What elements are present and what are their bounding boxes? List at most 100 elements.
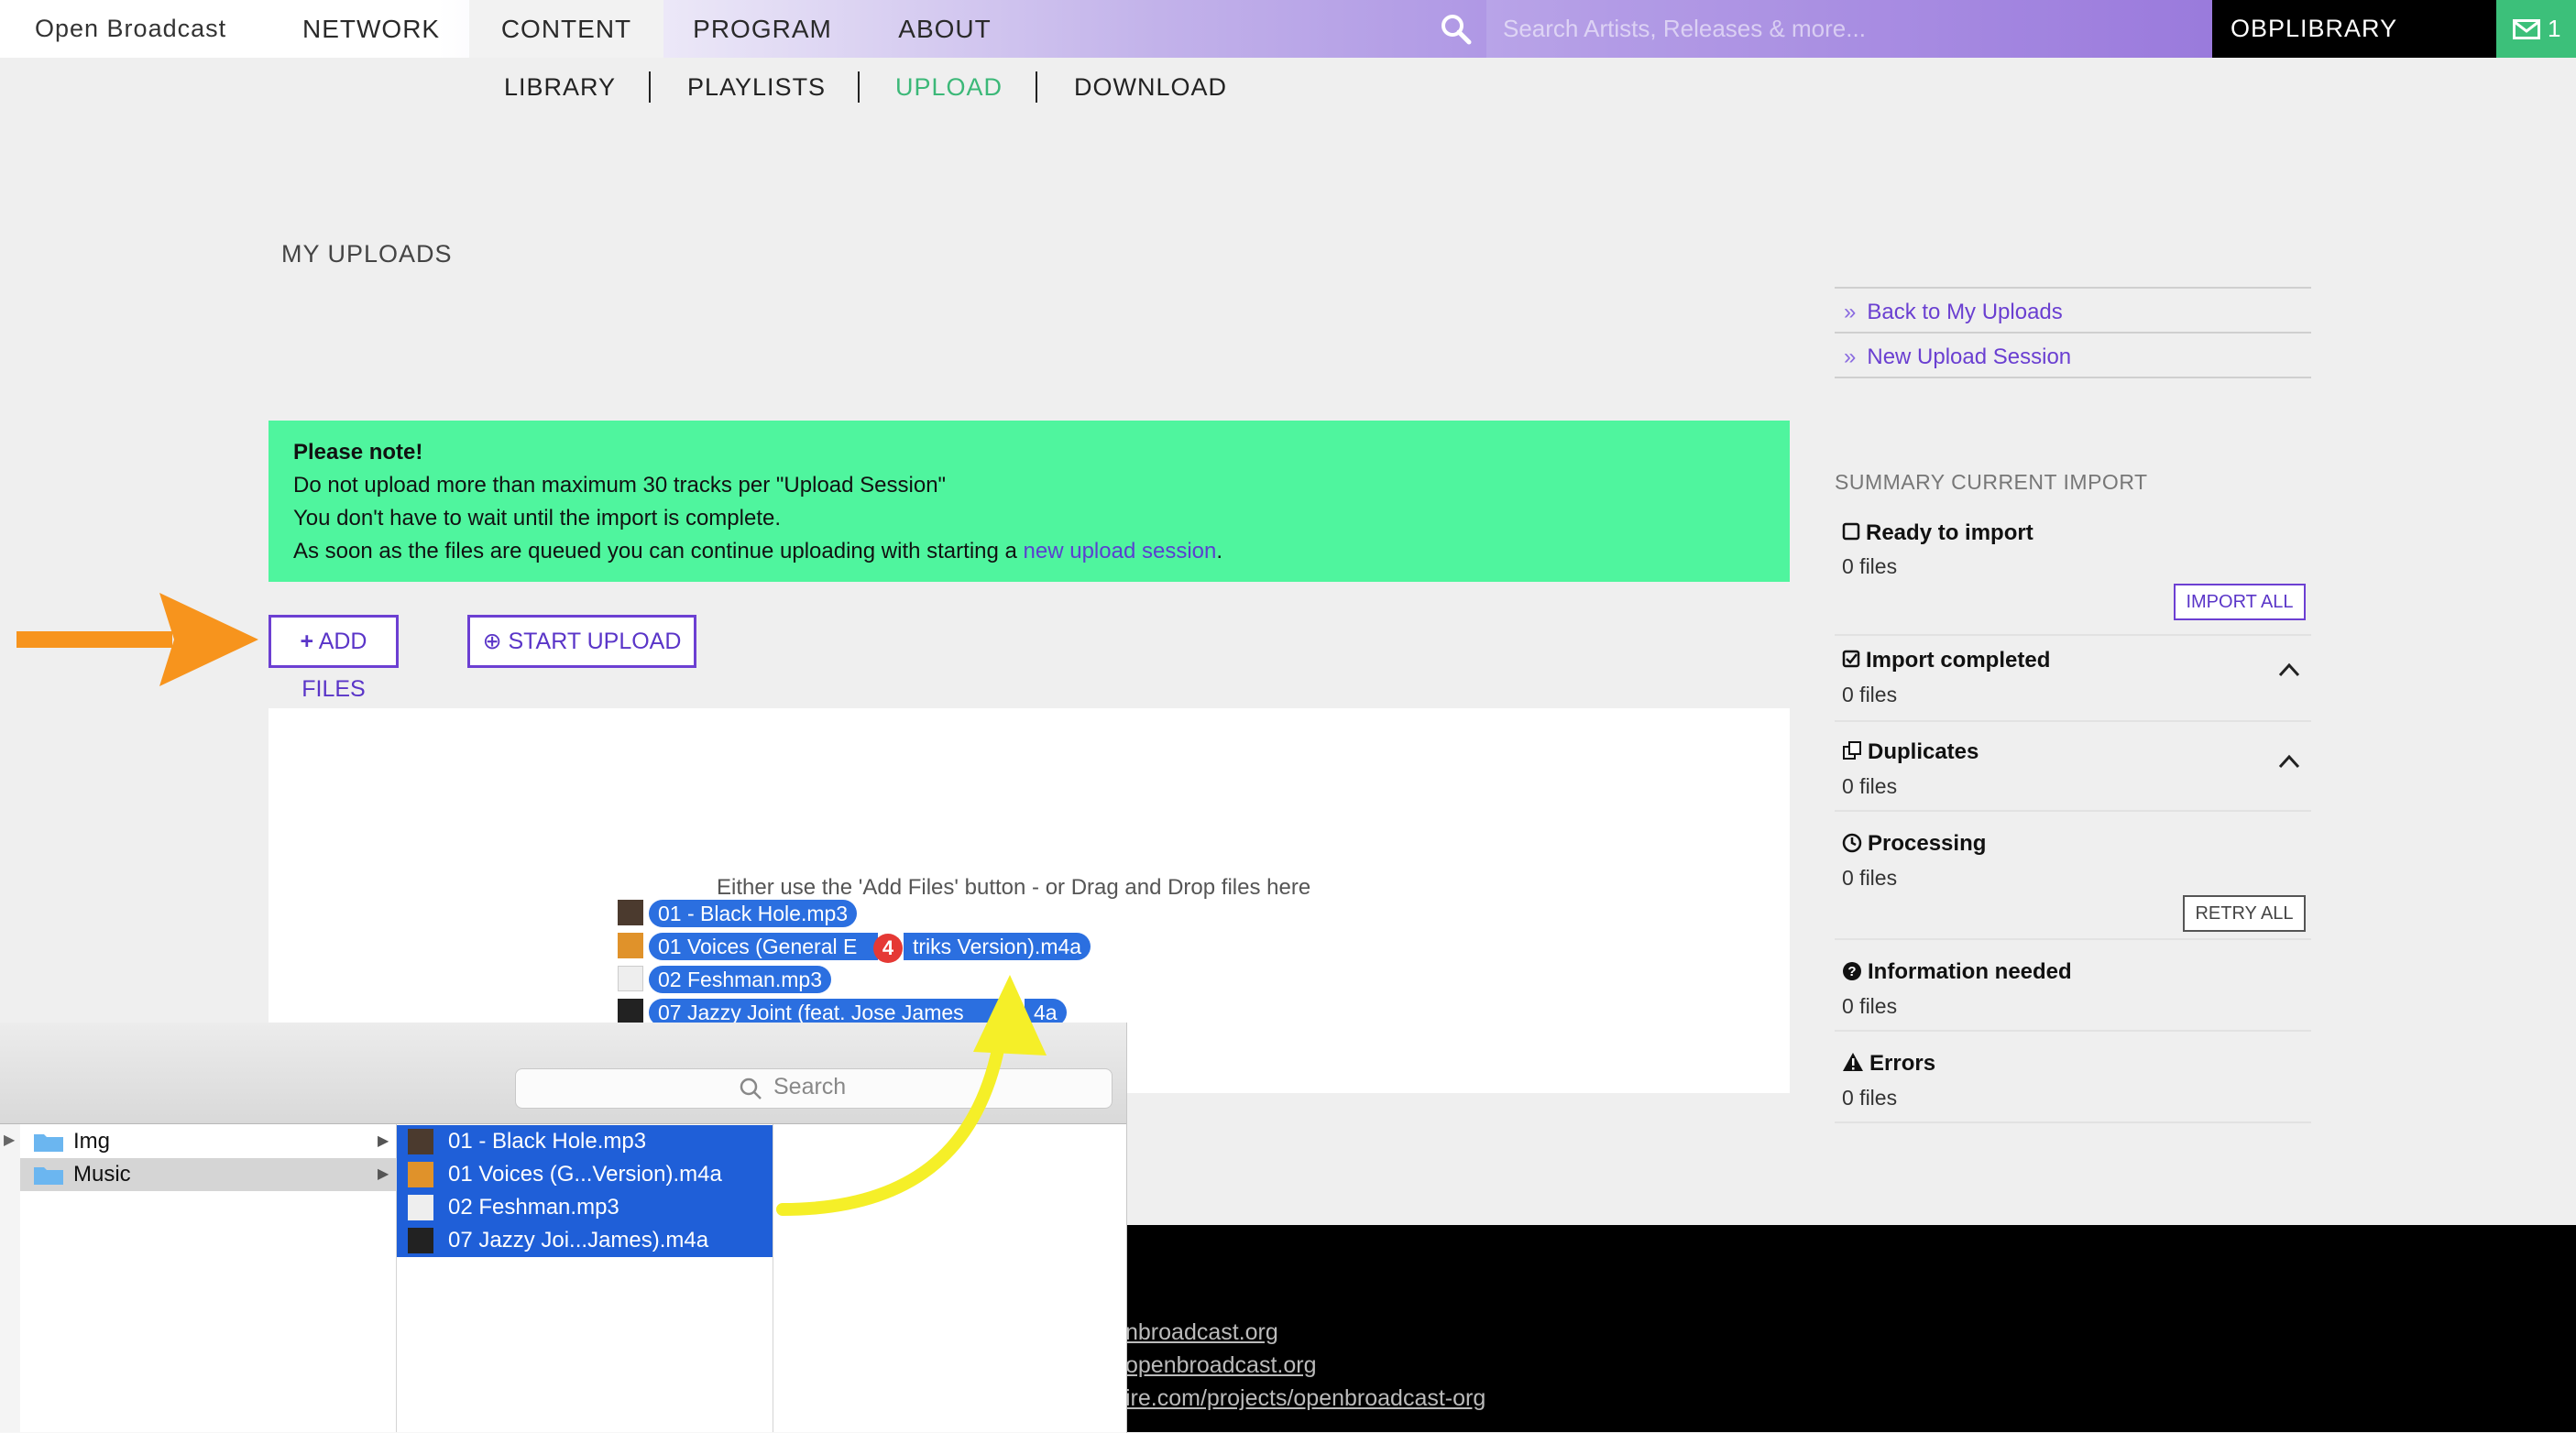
page-title: MY UPLOADS — [281, 240, 453, 268]
envelope-icon — [2513, 19, 2540, 39]
disclosure-triangle-icon[interactable]: ▶ — [4, 1131, 15, 1149]
notice-line-1: Do not upload more than maximum 30 track… — [293, 473, 947, 498]
search-icon — [740, 1077, 762, 1099]
upload-circle-icon: ⊕ — [482, 629, 502, 654]
warning-icon — [1843, 1053, 1863, 1071]
finder-folder-row[interactable]: Img ▶ — [20, 1125, 396, 1158]
footer-link[interactable]: openbroadcast.org — [1125, 1352, 1316, 1379]
nav-content[interactable]: CONTENT — [469, 0, 663, 58]
divider — [1835, 938, 2311, 940]
double-chevron-icon: » — [1844, 345, 1857, 369]
subnav-separator — [858, 71, 860, 103]
finder-file-row[interactable]: 01 Voices (G...Version).m4a — [397, 1158, 773, 1191]
new-upload-session-link[interactable]: » New Upload Session — [1844, 336, 2071, 378]
add-files-button[interactable]: + ADD FILES — [269, 615, 399, 702]
album-art-thumbnail — [408, 1162, 433, 1187]
notice-line-3: As soon as the files are queued you can … — [293, 539, 1223, 563]
library-label: OBPLIBRARY — [2231, 15, 2398, 42]
search-icon[interactable] — [1439, 12, 1474, 47]
divider — [1835, 634, 2311, 636]
information-needed-count: 0 files — [1842, 994, 1898, 1018]
divider — [1835, 810, 2311, 812]
subnav-separator — [649, 71, 651, 103]
drop-hint-text: Either use the 'Add Files' button - or D… — [717, 875, 1311, 900]
album-art-thumbnail — [408, 1228, 433, 1253]
finder-folder-row-selected[interactable]: Music ▶ — [20, 1158, 396, 1191]
subnav-playlists[interactable]: PLAYLISTS — [687, 66, 826, 108]
dragged-file: triks Version).m4a — [904, 933, 1091, 960]
divider — [1835, 287, 2311, 289]
music-file-icon — [408, 1195, 433, 1220]
processing-label: Processing — [1868, 831, 1987, 856]
chevron-right-icon: ▶ — [378, 1133, 389, 1149]
retry-all-button[interactable]: RETRY ALL — [2183, 895, 2306, 932]
drag-count-badge: 4 — [873, 934, 903, 963]
caret-up-icon[interactable] — [2276, 749, 2302, 774]
divider — [1835, 1030, 2311, 1032]
finder-column — [0, 1124, 21, 1432]
messages-button[interactable]: 1 — [2496, 0, 2576, 58]
album-art-thumbnail — [618, 999, 643, 1024]
caret-up-icon[interactable] — [2276, 657, 2302, 683]
errors-count: 0 files — [1842, 1086, 1898, 1110]
search-placeholder: Search Artists, Releases & more... — [1503, 15, 1866, 42]
information-needed-label: Information needed — [1868, 959, 2072, 984]
subnav-separator — [1036, 71, 1037, 103]
footer-link[interactable]: ire.com/projects/openbroadcast-org — [1125, 1385, 1485, 1412]
folder-label: Img — [73, 1129, 111, 1154]
album-art-thumbnail — [618, 900, 643, 925]
dragged-file: 01 - Black Hole.mp3 — [649, 900, 858, 927]
duplicates-label: Duplicates — [1868, 739, 1979, 764]
import-completed-label: Import completed — [1866, 648, 2051, 673]
back-to-uploads-label: Back to My Uploads — [1867, 300, 2063, 324]
divider — [1835, 377, 2311, 378]
start-upload-button[interactable]: ⊕ START UPLOAD — [467, 615, 696, 668]
yellow-arrow-annotation — [776, 975, 1047, 1216]
message-count: 1 — [2548, 15, 2561, 42]
folder-icon — [34, 1134, 63, 1152]
file-label: 01 Voices (G...Version).m4a — [448, 1162, 722, 1187]
import-completed-count: 0 files — [1842, 683, 1898, 706]
nav-network[interactable]: NETWORK — [302, 0, 439, 58]
subnav-library[interactable]: LIBRARY — [504, 66, 616, 108]
subnav-download[interactable]: DOWNLOAD — [1074, 66, 1227, 108]
new-upload-session-inline-link[interactable]: new upload session — [1024, 539, 1217, 563]
checkbox-checked-icon — [1842, 650, 1860, 668]
orange-arrow-annotation — [16, 593, 258, 686]
footer-link[interactable]: nbroadcast.org — [1125, 1319, 1278, 1346]
folder-icon — [34, 1167, 63, 1185]
brand-logo[interactable]: Open Broadcast — [35, 0, 226, 58]
new-upload-session-label: New Upload Session — [1867, 345, 2072, 369]
finder-file-row[interactable]: 02 Feshman.mp3 — [397, 1191, 773, 1224]
ready-to-import-label: Ready to import — [1866, 520, 2033, 545]
ready-to-import-count: 0 files — [1842, 554, 1898, 578]
finder-file-row[interactable]: 07 Jazzy Joi...James).m4a — [397, 1224, 773, 1257]
import-all-button[interactable]: IMPORT ALL — [2174, 584, 2306, 620]
plus-icon: + — [300, 629, 314, 654]
question-circle-icon: ? — [1843, 962, 1861, 980]
library-menu-button[interactable]: OBPLIBRARY — [2212, 0, 2496, 58]
notice-line-2: You don't have to wait until the import … — [293, 506, 781, 531]
dragged-file: 01 Voices (General E — [649, 933, 878, 960]
divider — [1835, 720, 2311, 722]
errors-label: Errors — [1869, 1051, 1936, 1076]
nav-about[interactable]: ABOUT — [887, 0, 1003, 58]
file-label: 02 Feshman.mp3 — [448, 1195, 619, 1220]
nav-program[interactable]: PROGRAM — [689, 0, 836, 58]
subnav-upload[interactable]: UPLOAD — [895, 66, 1003, 108]
album-art-thumbnail — [618, 933, 643, 958]
svg-text:?: ? — [1847, 964, 1856, 979]
double-chevron-icon: » — [1844, 300, 1857, 324]
notice-box: Please note! Do not upload more than max… — [269, 421, 1790, 582]
chevron-right-icon: ▶ — [378, 1166, 389, 1182]
checkbox-empty-icon — [1842, 522, 1860, 541]
clock-icon — [1842, 833, 1862, 853]
album-art-thumbnail — [408, 1129, 433, 1154]
file-label: 01 - Black Hole.mp3 — [448, 1129, 647, 1154]
finder-file-row[interactable]: 01 - Black Hole.mp3 — [397, 1125, 773, 1158]
divider — [1835, 1121, 2311, 1123]
duplicates-count: 0 files — [1842, 774, 1898, 798]
divider — [1835, 332, 2311, 334]
back-to-uploads-link[interactable]: » Back to My Uploads — [1844, 291, 2063, 334]
processing-count: 0 files — [1842, 866, 1898, 890]
